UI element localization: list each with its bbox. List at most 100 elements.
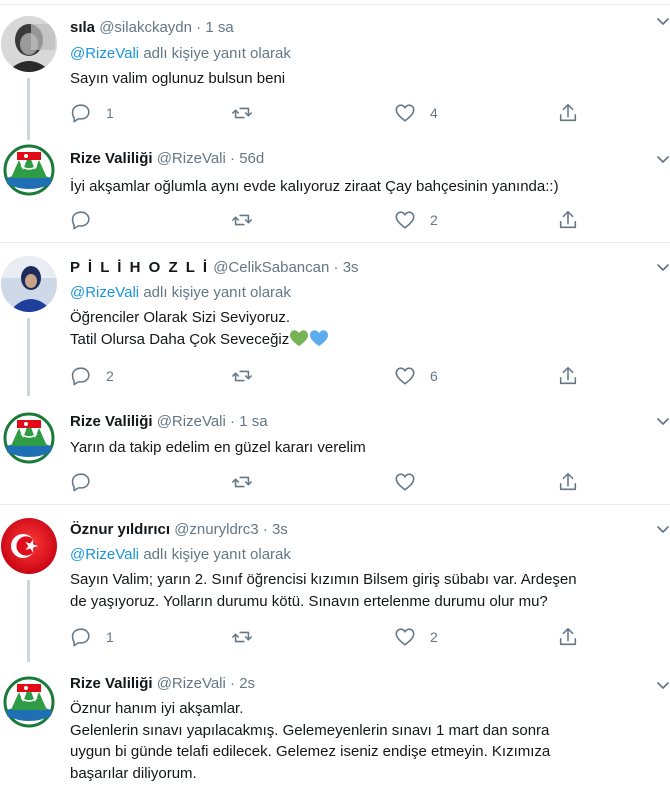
user-handle[interactable]: @RizeVali <box>157 675 226 692</box>
separator <box>0 242 670 243</box>
share-button[interactable] <box>557 364 579 388</box>
retweet-button[interactable] <box>231 364 267 388</box>
dot-separator: · <box>230 150 236 167</box>
timestamp[interactable]: 1 sa <box>239 413 267 430</box>
display-name[interactable]: Rize Valiliği <box>70 675 153 692</box>
tweet-header: P İ L İ H O Z L İ @CelikSabancan · 3s <box>70 258 359 278</box>
reply-button[interactable]: 1 <box>70 625 114 649</box>
like-button[interactable]: 6 <box>394 364 438 388</box>
tweet-line: İyi akşamlar oğlumla aynı evde kalıyoruz… <box>70 178 559 195</box>
separator <box>0 4 670 5</box>
tweet-header: Öznur yıldırıcı @znuryldrc3 · 3s <box>70 520 288 540</box>
share-button[interactable] <box>557 101 579 125</box>
display-name[interactable]: Rize Valiliği <box>70 413 153 430</box>
like-button[interactable]: 2 <box>394 208 438 232</box>
reply-button[interactable] <box>70 470 106 494</box>
dot-separator: · <box>230 413 236 430</box>
share-icon <box>559 366 577 385</box>
tweet-text: Öznur hanım iyi akşamlar. Gelenlerin sın… <box>70 698 650 784</box>
display-name[interactable]: Öznur yıldırıcı <box>70 521 170 538</box>
heart-icon <box>395 628 415 646</box>
timestamp[interactable]: 3s <box>272 521 288 538</box>
user-handle[interactable]: @RizeVali <box>157 150 226 167</box>
timestamp[interactable]: 1 sa <box>205 19 233 36</box>
chevron-down-icon[interactable] <box>656 14 670 28</box>
tweet-text: Yarın da takip edelim en güzel kararı ve… <box>70 437 650 459</box>
like-count: 2 <box>430 629 438 645</box>
chevron-down-icon[interactable] <box>656 152 670 166</box>
user-handle[interactable]: @silakckaydn <box>99 19 192 36</box>
reply-icon <box>71 211 90 230</box>
display-name[interactable]: sıla <box>70 19 95 36</box>
tweet-header: sıla @silakckaydn · 1 sa <box>70 18 234 38</box>
like-button[interactable]: 2 <box>394 625 438 649</box>
tweet-header: Rize Valiliği @RizeVali · 2s <box>70 674 255 694</box>
reply-count: 1 <box>106 629 114 645</box>
tweet-line: Öğrenciler Olarak Sizi Seviyoruz. <box>70 309 291 326</box>
avatar[interactable] <box>1 256 57 312</box>
tweet-text: İyi akşamlar oğlumla aynı evde kalıyoruz… <box>70 176 650 198</box>
blue-heart-icon <box>310 329 329 346</box>
reply-prefix: adlı kişiye yanıt olarak <box>143 284 291 301</box>
share-icon <box>559 627 577 646</box>
retweet-button[interactable] <box>231 101 267 125</box>
share-icon <box>559 103 577 122</box>
timestamp[interactable]: 3s <box>343 259 359 276</box>
avatar[interactable] <box>1 672 57 728</box>
tweet-line: Sayın valim oglunuz bulsun beni <box>70 70 286 87</box>
share-icon <box>559 210 577 229</box>
chevron-down-icon[interactable] <box>656 260 670 274</box>
share-button[interactable] <box>557 470 579 494</box>
reply-button[interactable]: 2 <box>70 364 114 388</box>
user-handle[interactable]: @RizeVali <box>157 413 226 430</box>
like-button[interactable]: 4 <box>394 101 438 125</box>
tweet-text: Sayın Valim; yarın 2. Sınıf öğrencisi kı… <box>70 569 650 612</box>
reply-count: 2 <box>106 368 114 384</box>
retweet-button[interactable] <box>231 208 267 232</box>
reply-button[interactable] <box>70 208 106 232</box>
display-name[interactable]: Rize Valiliği <box>70 150 153 167</box>
reply-icon <box>71 628 90 647</box>
dot-separator: · <box>230 675 236 692</box>
dot-separator: · <box>333 259 339 276</box>
avatar[interactable] <box>1 140 57 196</box>
avatar[interactable] <box>1 518 57 574</box>
tweet-line: başarılar diliyorum. <box>70 764 197 782</box>
like-count: 2 <box>430 212 438 228</box>
tweet-line: Gelenlerin sınavı yapılacakmış. Gelemeye… <box>70 721 550 739</box>
reply-context: @RizeVali adlı kişiye yanıt olarak <box>70 44 291 64</box>
reply-button[interactable]: 1 <box>70 101 114 125</box>
mention-link[interactable]: @RizeVali <box>70 284 139 301</box>
mention-link[interactable]: @RizeVali <box>70 45 139 62</box>
retweet-button[interactable] <box>231 625 267 649</box>
separator <box>0 504 670 505</box>
retweet-button[interactable] <box>231 470 267 494</box>
share-button[interactable] <box>557 625 579 649</box>
user-handle[interactable]: @CelikSabancan <box>213 259 329 276</box>
chevron-down-icon[interactable] <box>656 678 670 692</box>
chevron-down-icon[interactable] <box>656 522 670 536</box>
tweet-line: Sayın Valim; yarın 2. Sınıf öğrencisi kı… <box>70 571 577 588</box>
reply-context: @RizeVali adlı kişiye yanıt olarak <box>70 545 291 565</box>
user-handle[interactable]: @znuryldrc3 <box>174 521 258 538</box>
like-button[interactable] <box>394 470 430 494</box>
avatar[interactable] <box>1 408 57 464</box>
timestamp[interactable]: 2s <box>239 675 255 692</box>
display-name[interactable]: P İ L İ H O Z L İ <box>70 259 209 276</box>
timestamp[interactable]: 56d <box>239 150 264 167</box>
reply-icon <box>71 104 90 123</box>
share-button[interactable] <box>557 208 579 232</box>
avatar[interactable] <box>1 16 57 72</box>
chevron-down-icon[interactable] <box>656 414 670 428</box>
reply-prefix: adlı kişiye yanıt olarak <box>143 546 291 563</box>
heart-icon <box>395 211 415 229</box>
retweet-icon <box>232 107 252 119</box>
heart-icon <box>395 367 415 385</box>
tweet-line-text: Tatil Olursa Daha Çok Seveceğiz <box>70 330 290 348</box>
mention-link[interactable]: @RizeVali <box>70 546 139 563</box>
reply-prefix: adlı kişiye yanıt olarak <box>143 45 291 62</box>
tweet-text: Öğrenciler Olarak Sizi Seviyoruz. Tatil … <box>70 307 650 350</box>
retweet-icon <box>232 476 252 488</box>
reply-context: @RizeVali adlı kişiye yanıt olarak <box>70 283 291 303</box>
heart-icon <box>395 104 415 122</box>
